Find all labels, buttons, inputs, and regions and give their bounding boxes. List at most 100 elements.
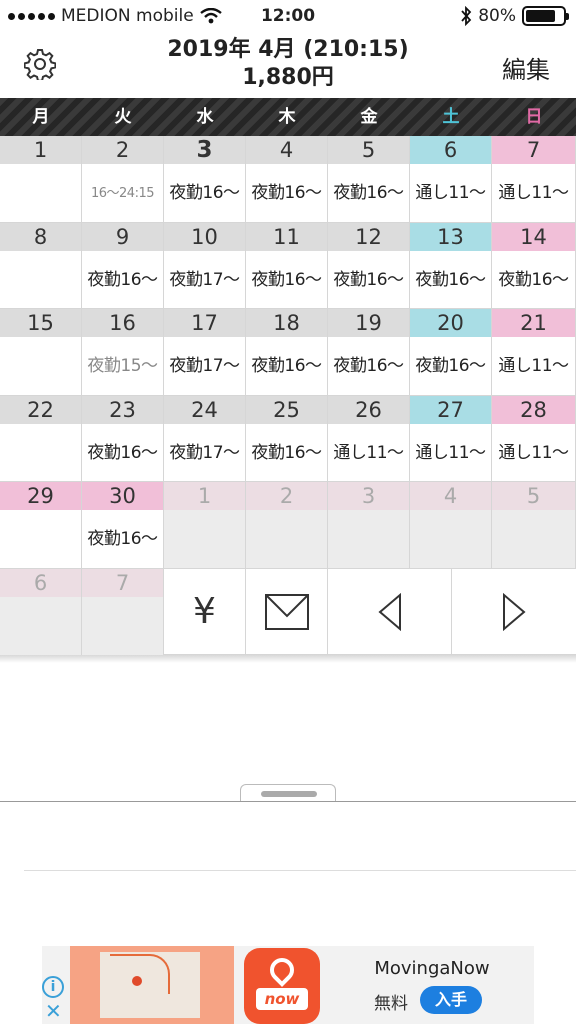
ad-close-icon[interactable]: ✕	[45, 1001, 62, 1021]
calendar-day-cell[interactable]: 6	[0, 568, 82, 656]
calendar-day-cell[interactable]: 15	[0, 309, 82, 396]
day-number: 22	[0, 395, 81, 424]
day-number: 21	[492, 309, 575, 338]
calendar-day-cell[interactable]: 24 夜勤17〜	[164, 395, 246, 483]
weekday-label: 水	[196, 107, 214, 127]
battery-icon	[522, 6, 569, 26]
bluetooth-icon	[461, 6, 472, 26]
next-month-button[interactable]	[452, 569, 576, 654]
calendar-day-cell[interactable]: 29	[0, 482, 82, 569]
calendar-day-cell[interactable]: 13 夜勤16〜	[410, 222, 492, 310]
day-number: 5	[328, 136, 409, 164]
day-number: 6	[0, 568, 81, 597]
ad-info-icon[interactable]: i	[42, 976, 64, 998]
battery-percent: 80%	[478, 6, 516, 26]
calendar-day-cell[interactable]: 12 夜勤16〜	[328, 222, 410, 310]
day-number: 5	[492, 482, 575, 511]
calendar-day-cell[interactable]: 3 夜勤16〜	[164, 136, 246, 223]
day-number: 8	[0, 222, 81, 251]
calendar-day-cell[interactable]: 30 夜勤16〜	[82, 482, 164, 569]
ad-app-name: MovingaNow	[374, 958, 490, 979]
shift-label: 夜勤17〜	[169, 442, 240, 463]
shift-label: 夜勤15〜	[87, 356, 158, 377]
calendar-day-cell[interactable]: 1	[164, 482, 246, 569]
weekday-label: 木	[278, 107, 296, 127]
shift-label: 16〜24:15	[90, 186, 155, 201]
calendar-day-cell[interactable]: 16 夜勤15〜	[82, 309, 164, 396]
day-number: 18	[246, 309, 327, 338]
calendar-day-cell[interactable]: 27 通し11〜	[410, 395, 492, 483]
day-number: 26	[328, 395, 409, 424]
calendar-day-cell[interactable]: 28 通し11〜	[492, 395, 576, 483]
calendar-day-cell[interactable]: 25 夜勤16〜	[246, 395, 328, 483]
ad-banner[interactable]: i ✕ now MovingaNow 無料 入手	[42, 946, 534, 1024]
ad-price: 無料	[374, 994, 408, 1014]
shift-label: 夜勤16〜	[415, 269, 486, 290]
weekday-header: 月火水木金土日	[0, 98, 576, 136]
calendar-day-cell[interactable]: 19 夜勤16〜	[328, 309, 410, 396]
day-number: 29	[0, 482, 81, 511]
panel-drag-handle[interactable]	[240, 784, 336, 802]
envelope-icon	[264, 593, 309, 630]
shift-label: 夜勤16〜	[87, 269, 158, 290]
calendar-day-cell[interactable]: 21 通し11〜	[492, 309, 576, 396]
day-number: 9	[82, 222, 163, 251]
calendar-day-cell[interactable]: 11 夜勤16〜	[246, 222, 328, 310]
ad-screenshot-image	[70, 946, 234, 1024]
calendar-day-cell[interactable]: 10 夜勤17〜	[164, 222, 246, 310]
edit-button[interactable]: 編集	[502, 50, 550, 85]
shift-label: 通し11〜	[415, 183, 486, 203]
shift-label: 夜勤16〜	[251, 356, 322, 377]
calendar-day-cell[interactable]: 2 16〜24:15	[82, 136, 164, 223]
shift-label: 夜勤16〜	[333, 356, 404, 377]
calendar-day-cell[interactable]: 14 夜勤16〜	[492, 222, 576, 310]
calendar-day-cell[interactable]: 20 夜勤16〜	[410, 309, 492, 396]
calendar-day-cell[interactable]: 9 夜勤16〜	[82, 222, 164, 310]
shift-label: 夜勤17〜	[169, 269, 240, 290]
weekday-label: 月	[32, 107, 50, 127]
day-number: 15	[0, 309, 81, 338]
calendar-day-cell[interactable]: 7 通し11〜	[492, 136, 576, 223]
shift-label: 夜勤16〜	[333, 183, 404, 203]
gear-icon[interactable]	[24, 48, 56, 80]
location-pin-icon	[265, 953, 299, 987]
shift-label: 夜勤17〜	[169, 356, 240, 377]
weekday-label: 土	[442, 107, 460, 127]
weekday-label: 日	[525, 107, 543, 127]
triangle-right-icon	[503, 592, 526, 631]
action-bar: ¥	[164, 569, 576, 655]
shift-label: 夜勤16〜	[87, 442, 158, 463]
calendar-day-cell[interactable]: 17 夜勤17〜	[164, 309, 246, 396]
previous-month-button[interactable]	[328, 569, 452, 654]
salary-button[interactable]: ¥	[164, 569, 246, 654]
calendar-day-cell[interactable]: 1	[0, 136, 82, 223]
map-pin-icon	[132, 976, 142, 986]
calendar-day-cell[interactable]: 5	[492, 482, 576, 569]
grip-bar	[261, 791, 317, 797]
calendar-day-cell[interactable]: 3	[328, 482, 410, 569]
mail-button[interactable]	[246, 569, 328, 654]
calendar-day-cell[interactable]: 18 夜勤16〜	[246, 309, 328, 396]
day-number: 24	[164, 395, 245, 424]
shift-label: 夜勤16〜	[87, 529, 158, 550]
calendar-day-cell[interactable]: 8	[0, 222, 82, 310]
calendar-day-cell[interactable]: 2	[246, 482, 328, 569]
ad-get-button[interactable]: 入手	[420, 986, 482, 1014]
calendar-day-cell[interactable]: 23 夜勤16〜	[82, 395, 164, 483]
weekday-label: 金	[360, 107, 378, 127]
calendar-day-cell[interactable]: 6 通し11〜	[410, 136, 492, 223]
calendar-day-cell[interactable]: 26 通し11〜	[328, 395, 410, 483]
calendar-day-cell[interactable]: 4 夜勤16〜	[246, 136, 328, 223]
weekday-label: 火	[114, 107, 132, 127]
calendar-day-cell[interactable]: 22	[0, 395, 82, 483]
calendar-day-cell[interactable]: 4	[410, 482, 492, 569]
month-and-hours: 2019年 4月 (210:15)	[167, 37, 409, 62]
app-icon: now	[244, 948, 320, 1024]
route-line	[110, 954, 170, 994]
calendar-day-cell[interactable]: 7	[82, 568, 164, 656]
day-number: 4	[410, 482, 491, 511]
calendar-day-cell[interactable]: 5 夜勤16〜	[328, 136, 410, 223]
triangle-left-icon	[377, 592, 401, 631]
shift-label: 夜勤16〜	[415, 356, 486, 377]
day-number: 28	[492, 395, 575, 424]
